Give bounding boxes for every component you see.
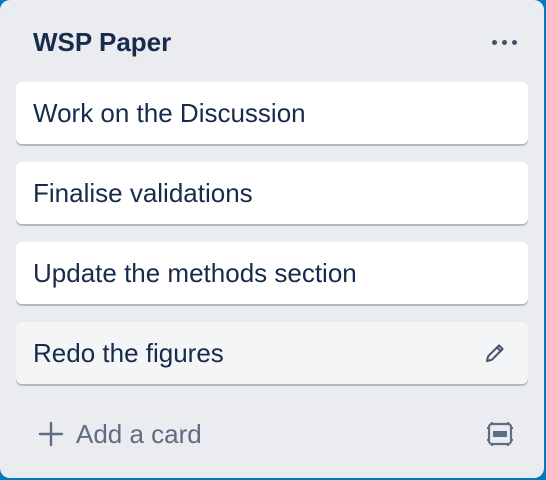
list-title[interactable]: WSP Paper <box>33 26 171 58</box>
card[interactable]: Redo the figures <box>16 322 528 384</box>
add-card-button[interactable]: Add a card <box>16 407 456 461</box>
more-dot <box>511 39 517 45</box>
card[interactable]: Work on the Discussion <box>16 82 528 144</box>
more-dot <box>501 39 507 45</box>
plus-icon <box>38 421 64 447</box>
card[interactable]: Finalise validations <box>16 162 528 224</box>
card[interactable]: Update the methods section <box>16 242 528 304</box>
pencil-icon[interactable] <box>482 340 508 366</box>
list-wsp-paper: WSP Paper Work on the Discussion Finalis… <box>0 0 544 478</box>
card-title: Work on the Discussion <box>33 98 306 128</box>
list-menu-button[interactable] <box>484 26 524 58</box>
card-title: Finalise validations <box>33 178 253 208</box>
card-title: Redo the figures <box>33 338 224 368</box>
list-header: WSP Paper <box>0 0 544 82</box>
create-from-template-button[interactable] <box>480 414 520 454</box>
card-title: Update the methods section <box>33 258 357 288</box>
add-card-label: Add a card <box>76 419 202 449</box>
more-horizontal-icon <box>491 39 497 45</box>
card-template-icon <box>480 422 520 458</box>
